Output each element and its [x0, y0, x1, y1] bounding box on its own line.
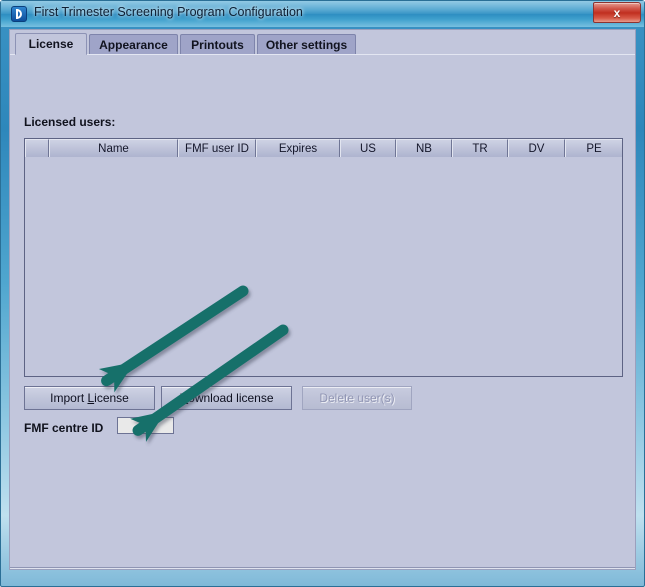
table-column-header-tr[interactable]: TR [452, 139, 508, 157]
table-column-header-pe[interactable]: PE [565, 139, 622, 157]
delete-users-label: Delete user(s) [319, 391, 395, 405]
window-title: First Trimester Screening Program Config… [34, 5, 303, 19]
tab-license-label: License [28, 37, 74, 51]
tab-printouts[interactable]: Printouts [180, 34, 255, 54]
close-button[interactable]: x [593, 2, 641, 23]
client-area: License Appearance Printouts Other setti… [9, 29, 636, 570]
licensed-users-label: Licensed users: [24, 115, 116, 129]
table-column-header-expires[interactable]: Expires [256, 139, 340, 157]
licensed-users-table[interactable]: Name FMF user ID Expires US NB TR DV PE [24, 138, 623, 377]
table-column-header-name[interactable]: Name [49, 139, 178, 157]
tab-appearance-label: Appearance [99, 37, 168, 52]
table-column-header-dv[interactable]: DV [508, 139, 565, 157]
tab-other-settings-label: Other settings [265, 37, 348, 52]
license-tab-panel: Licensed users: Name FMF user ID Expires US… [10, 55, 635, 569]
import-license-label: Import License [50, 391, 129, 405]
table-column-header-nb[interactable]: NB [396, 139, 452, 157]
title-bar: First Trimester Screening Program Config… [1, 1, 644, 27]
tab-appearance[interactable]: Appearance [89, 34, 178, 54]
app-window: First Trimester Screening Program Config… [0, 0, 645, 587]
table-column-header-selector[interactable] [25, 139, 49, 157]
delete-users-button: Delete user(s) [302, 386, 412, 410]
app-logo-glyph [16, 9, 22, 19]
tab-strip: License Appearance Printouts Other setti… [10, 33, 635, 55]
tab-printouts-label: Printouts [191, 37, 244, 52]
tab-other-settings[interactable]: Other settings [257, 34, 356, 54]
fmf-centre-id-label: FMF centre ID [24, 421, 104, 435]
close-icon: x [613, 5, 621, 20]
import-license-button[interactable]: Import License [24, 386, 155, 410]
table-header-row: Name FMF user ID Expires US NB TR DV PE [25, 139, 622, 157]
dialog-button-bar: OK Cancel [10, 569, 636, 570]
download-license-button[interactable]: Download license [161, 386, 292, 410]
table-column-header-fmf-user-id[interactable]: FMF user ID [178, 139, 256, 157]
table-body[interactable] [25, 158, 622, 376]
fmf-centre-id-input[interactable] [117, 417, 174, 434]
app-logo-icon [11, 6, 27, 22]
table-column-header-us[interactable]: US [340, 139, 396, 157]
download-license-label: Download license [179, 391, 274, 405]
tab-license[interactable]: License [15, 33, 87, 55]
